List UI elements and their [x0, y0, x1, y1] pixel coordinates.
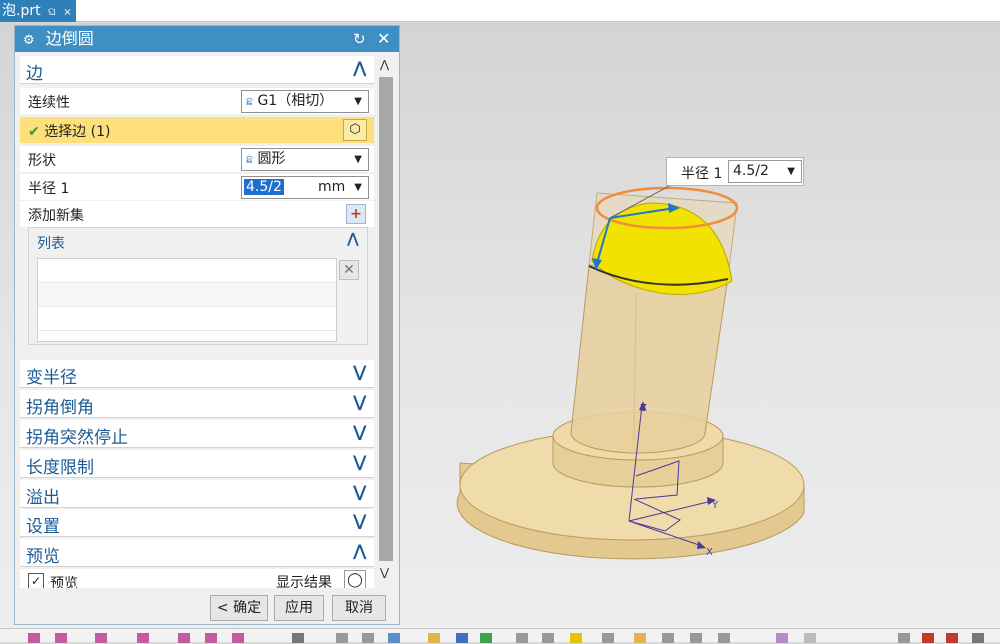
- shape-label: 形状: [28, 153, 56, 169]
- dropdown-arrow-icon[interactable]: ▼: [354, 149, 362, 170]
- radius-popup-field[interactable]: 4.5/2 ▼: [728, 160, 802, 183]
- chevron-up-icon[interactable]: ⋀: [380, 58, 389, 71]
- chevron-down-icon[interactable]: ⋁: [353, 482, 366, 501]
- section-label: 变半径: [26, 368, 77, 388]
- dialog-title: 边倒圆: [45, 29, 94, 48]
- list-box[interactable]: [37, 258, 337, 342]
- section-label: 拐角倒角: [26, 398, 94, 418]
- chevron-up-icon[interactable]: ⋀: [347, 231, 359, 247]
- section-stop-short[interactable]: 拐角突然停止 ⋁: [20, 420, 374, 448]
- add-new-set-label: 添加新集: [28, 208, 84, 224]
- chevron-up-icon[interactable]: ⋀: [353, 58, 366, 77]
- chevron-down-icon[interactable]: ⋁: [353, 511, 366, 530]
- section-length-limit[interactable]: 长度限制 ⋁: [20, 450, 374, 478]
- select-edge-row[interactable]: ✔ 选择边 (1) ⬡: [20, 117, 374, 143]
- radius-unit: mm: [318, 179, 346, 195]
- close-icon[interactable]: ×: [63, 7, 71, 18]
- continuity-dropdown[interactable]: ଛ G1（相切） ▼: [241, 90, 369, 113]
- gear-icon: ⚙: [23, 33, 35, 48]
- select-cube-icon[interactable]: ⬡: [343, 119, 367, 141]
- circular-icon: ଛ: [246, 153, 253, 166]
- radius-field[interactable]: 4.5/2 mm ▼: [241, 176, 369, 199]
- tangent-icon: ଛ: [246, 95, 253, 108]
- axis-z-label: Z: [640, 403, 647, 414]
- section-overflow[interactable]: 溢出 ⋁: [20, 480, 374, 508]
- section-preview[interactable]: 预览 ⋀: [20, 539, 374, 567]
- shape-dropdown[interactable]: ଛ 圆形 ▼: [241, 148, 369, 171]
- cancel-button[interactable]: 取消: [332, 595, 386, 621]
- dropdown-arrow-icon[interactable]: ▼: [354, 177, 362, 198]
- radius-input[interactable]: 4.5/2: [244, 179, 284, 195]
- chevron-down-icon[interactable]: ⋁: [380, 566, 389, 579]
- dropdown-arrow-icon[interactable]: ▼: [787, 161, 795, 182]
- axis-x-label: X: [706, 547, 713, 558]
- chevron-up-icon[interactable]: ⋀: [353, 541, 366, 560]
- section-label: 长度限制: [26, 458, 94, 478]
- bottom-toolbar: [0, 628, 1000, 643]
- check-icon: ✔: [28, 124, 40, 140]
- section-corner-setback[interactable]: 拐角倒角 ⋁: [20, 390, 374, 418]
- radius-popup-value: 4.5/2: [733, 163, 769, 179]
- show-result-label: 显示结果: [276, 575, 332, 588]
- list-label: 列表: [37, 236, 65, 252]
- tab-bar: 泡.prt ଘ ×: [0, 0, 1000, 22]
- preview-row: ✓ 预览 显示结果 ◯: [20, 569, 374, 588]
- dropdown-arrow-icon[interactable]: ▼: [354, 91, 362, 112]
- dialog-title-bar: ⚙ 边倒圆 ↻ ✕: [15, 26, 399, 52]
- preview-label: 预览: [50, 576, 78, 588]
- axis-y-label: Y: [711, 500, 719, 511]
- continuity-value: G1（相切）: [257, 93, 334, 109]
- file-tab-label: 泡.prt: [2, 3, 41, 19]
- chevron-down-icon[interactable]: ⋁: [353, 362, 366, 381]
- radius-popup: 半径 1 4.5/2 ▼: [666, 157, 804, 186]
- remove-icon[interactable]: ✕: [339, 260, 359, 280]
- continuity-row: 连续性 ଛ G1（相切） ▼: [20, 88, 374, 114]
- dialog-scrollbar[interactable]: ⋀ ⋁: [377, 56, 395, 588]
- cylinder-body: [570, 264, 729, 454]
- apply-button[interactable]: 应用: [274, 595, 324, 621]
- add-new-set-row: 添加新集 +: [20, 201, 374, 227]
- preview-checkbox[interactable]: ✓: [28, 573, 44, 588]
- chevron-down-icon[interactable]: ⋁: [353, 422, 366, 441]
- radius-row: 半径 1 4.5/2 mm ▼: [20, 174, 374, 200]
- edge-blend-dialog: ⚙ 边倒圆 ↻ ✕ 边 ⋀ 连续性 ଛ G1（相切） ▼ ✔ 选择边 (1) ⬡…: [14, 25, 400, 640]
- chevron-down-icon[interactable]: ⋁: [353, 452, 366, 471]
- section-label: 边: [26, 64, 43, 84]
- section-label: 设置: [26, 517, 60, 537]
- shape-row: 形状 ଛ 圆形 ▼: [20, 146, 374, 172]
- list-row[interactable]: [38, 307, 336, 331]
- reset-icon[interactable]: ↻: [353, 26, 366, 52]
- section-label: 拐角突然停止: [26, 428, 128, 448]
- pin-icon[interactable]: ଘ: [48, 7, 56, 18]
- list-group: 列表 ⋀ ✕: [28, 227, 368, 345]
- file-tab[interactable]: 泡.prt ଘ ×: [0, 0, 76, 22]
- continuity-label: 连续性: [28, 95, 70, 111]
- section-variable-radius[interactable]: 变半径 ⋁: [20, 360, 374, 388]
- scrollbar-thumb[interactable]: [379, 77, 393, 561]
- select-edge-label: 选择边 (1): [44, 124, 111, 140]
- section-label: 预览: [26, 547, 60, 567]
- dialog-close-icon[interactable]: ✕: [377, 26, 390, 52]
- ok-button[interactable]: < 确定 >: [210, 595, 268, 640]
- add-set-icon[interactable]: +: [346, 204, 366, 224]
- section-edge[interactable]: 边 ⋀: [20, 56, 374, 84]
- list-row[interactable]: [38, 283, 336, 307]
- list-row[interactable]: [38, 259, 336, 283]
- radius-popup-label: 半径 1: [681, 166, 723, 182]
- show-result-icon[interactable]: ◯: [344, 570, 366, 588]
- radius-label: 半径 1: [28, 181, 70, 197]
- section-settings[interactable]: 设置 ⋁: [20, 509, 374, 537]
- section-label: 溢出: [26, 488, 60, 508]
- chevron-down-icon[interactable]: ⋁: [353, 392, 366, 411]
- shape-value: 圆形: [257, 151, 286, 167]
